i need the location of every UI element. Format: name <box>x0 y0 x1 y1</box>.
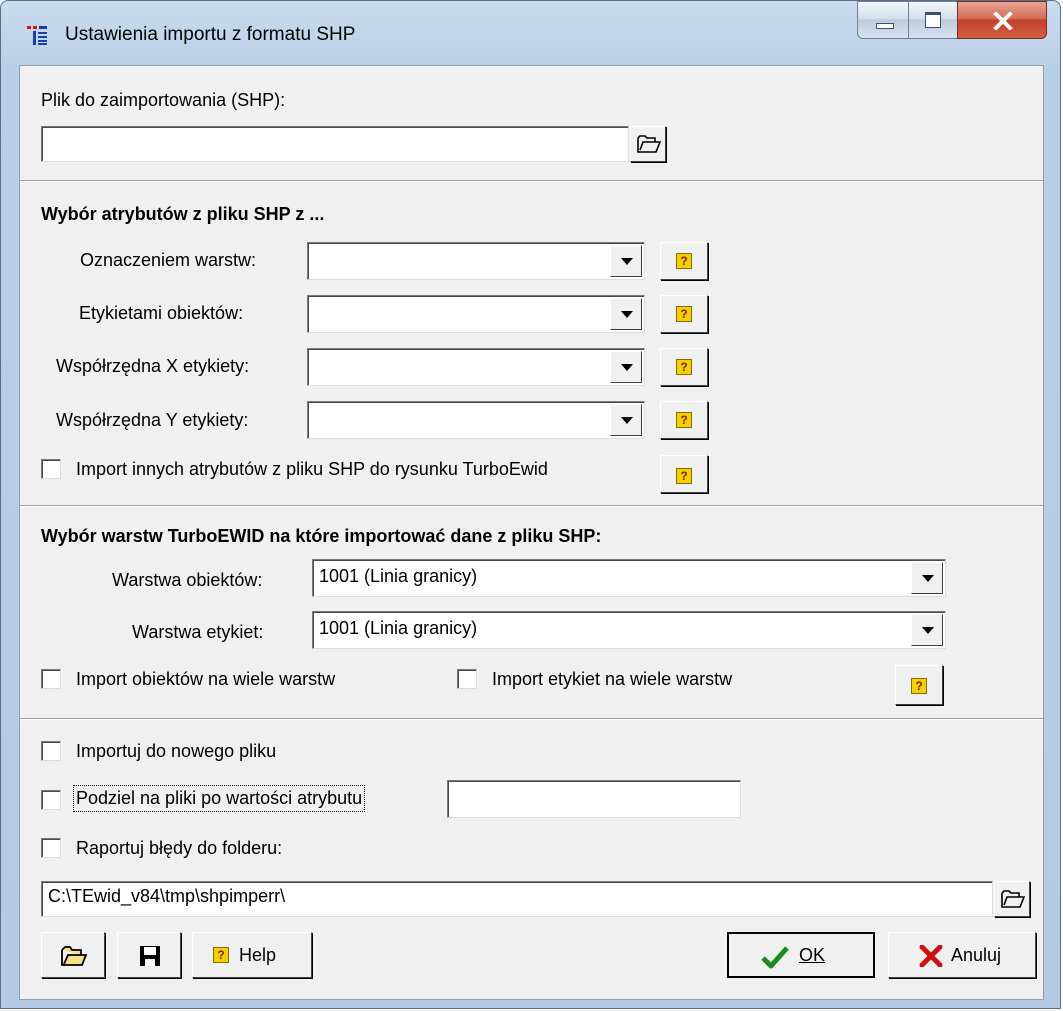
help-icon: ? <box>676 359 692 375</box>
help-button-label-y[interactable]: ? <box>660 401 708 439</box>
save-settings-button[interactable] <box>117 932 181 978</box>
chevron-down-icon[interactable] <box>610 298 642 330</box>
cancel-x-icon <box>919 945 943 967</box>
open-folder-icon <box>61 946 88 966</box>
chevron-down-icon[interactable] <box>911 562 943 594</box>
help-icon: ? <box>676 412 692 428</box>
file-path-input[interactable] <box>41 126 629 162</box>
layers-heading: Wybór warstw TurboEWID na które importow… <box>41 526 602 546</box>
chevron-down-icon[interactable] <box>911 614 943 646</box>
chevron-down-icon[interactable] <box>610 404 642 436</box>
multi-layer-objects-checkbox[interactable] <box>41 669 61 689</box>
multi-layer-labels-label[interactable]: Import etykiet na wiele warstw <box>492 669 732 690</box>
split-by-attribute-label[interactable]: Podziel na pliki po wartości atrybutu <box>73 785 366 812</box>
chevron-down-icon[interactable] <box>610 351 642 383</box>
help-icon: ? <box>676 253 692 269</box>
multi-layer-objects-label[interactable]: Import obiektów na wiele warstw <box>76 669 335 690</box>
close-icon <box>993 12 1013 30</box>
object-labels-select[interactable] <box>307 295 645 333</box>
objects-layer-label: Warstwa obiektów: <box>112 570 263 590</box>
checkmark-icon <box>761 946 789 969</box>
separator-1 <box>20 180 1043 182</box>
help-button-import-other[interactable]: ? <box>660 455 708 493</box>
objects-layer-value: 1001 (Linia granicy) <box>319 566 478 586</box>
layer-designation-select[interactable] <box>307 242 645 280</box>
help-icon: ? <box>676 306 692 322</box>
file-label-text: Plik do zaimportowania (SHP): <box>41 90 286 110</box>
report-errors-checkbox[interactable] <box>41 838 61 858</box>
open-folder-icon <box>637 135 661 153</box>
report-folder-input[interactable]: C:\TEwid_v84\tmp\shpimperr\ <box>41 881 993 917</box>
split-attribute-input[interactable] <box>447 780 741 818</box>
labels-layer-label: Warstwa etykiet: <box>132 622 264 642</box>
ok-button-label: OK <box>799 945 826 965</box>
attributes-heading: Wybór atrybutów z pliku SHP z ... <box>41 204 325 224</box>
open-folder-icon <box>1001 890 1025 908</box>
objects-layer-select[interactable]: 1001 (Linia granicy) <box>312 559 946 597</box>
browse-folder-button[interactable] <box>994 881 1030 917</box>
import-new-file-checkbox[interactable] <box>41 741 61 761</box>
chevron-down-icon[interactable] <box>610 245 642 277</box>
help-button-label: Help <box>239 945 277 965</box>
title-bar[interactable]: Ustawienia importu z formatu SHP <box>1 1 1060 65</box>
separator-3 <box>20 718 1043 720</box>
cancel-button[interactable]: Anuluj <box>888 932 1036 978</box>
help-button-label-x[interactable]: ? <box>660 348 708 386</box>
floppy-disk-icon <box>140 946 160 966</box>
multi-layer-labels-checkbox[interactable] <box>457 669 477 689</box>
maximize-icon <box>925 12 941 28</box>
dialog-window: Ustawienia importu z formatu SHP Plik do… <box>0 0 1061 1009</box>
cancel-button-label: Anuluj <box>951 945 1002 965</box>
object-labels-label: Etykietami obiektów: <box>79 303 244 323</box>
label-x-select[interactable] <box>307 348 645 386</box>
labels-layer-select[interactable]: 1001 (Linia granicy) <box>312 611 946 649</box>
help-button-object-labels[interactable]: ? <box>660 295 708 333</box>
help-icon: ? <box>213 947 229 963</box>
file-label: Plik do zaimportowania (SHP): <box>41 90 285 111</box>
import-other-attributes-label[interactable]: Import innych atrybutów z pliku SHP do r… <box>76 459 548 480</box>
help-icon: ? <box>911 678 927 694</box>
maximize-button[interactable] <box>908 1 958 39</box>
label-y-select[interactable] <box>307 401 645 439</box>
labels-layer-value: 1001 (Linia granicy) <box>319 618 478 638</box>
label-y-label: Współrzędna Y etykiety: <box>56 410 249 430</box>
ok-button[interactable]: OK <box>727 932 875 978</box>
help-button-multi-layer[interactable]: ? <box>895 665 943 705</box>
window-title: Ustawienia importu z formatu SHP <box>65 24 356 45</box>
browse-file-button[interactable] <box>630 126 666 162</box>
app-icon <box>27 26 47 45</box>
minimize-button[interactable] <box>857 1 909 39</box>
help-button[interactable]: ? Help <box>192 932 312 978</box>
separator-2 <box>20 505 1043 507</box>
dialog-client-area: Plik do zaimportowania (SHP): Wybór atry… <box>19 65 1044 1000</box>
load-settings-button[interactable] <box>41 932 105 978</box>
import-other-attributes-checkbox[interactable] <box>41 459 61 479</box>
import-new-file-label[interactable]: Importuj do nowego pliku <box>76 741 276 762</box>
minimize-icon <box>876 23 894 29</box>
close-button[interactable] <box>957 1 1047 39</box>
help-icon: ? <box>676 468 692 484</box>
label-x-label: Współrzędna X etykiety: <box>56 356 250 376</box>
split-by-attribute-checkbox[interactable] <box>41 790 61 810</box>
layer-designation-label: Oznaczeniem warstw: <box>80 250 257 270</box>
report-errors-label[interactable]: Raportuj błędy do folderu: <box>76 838 282 859</box>
help-button-layer-designation[interactable]: ? <box>660 242 708 280</box>
